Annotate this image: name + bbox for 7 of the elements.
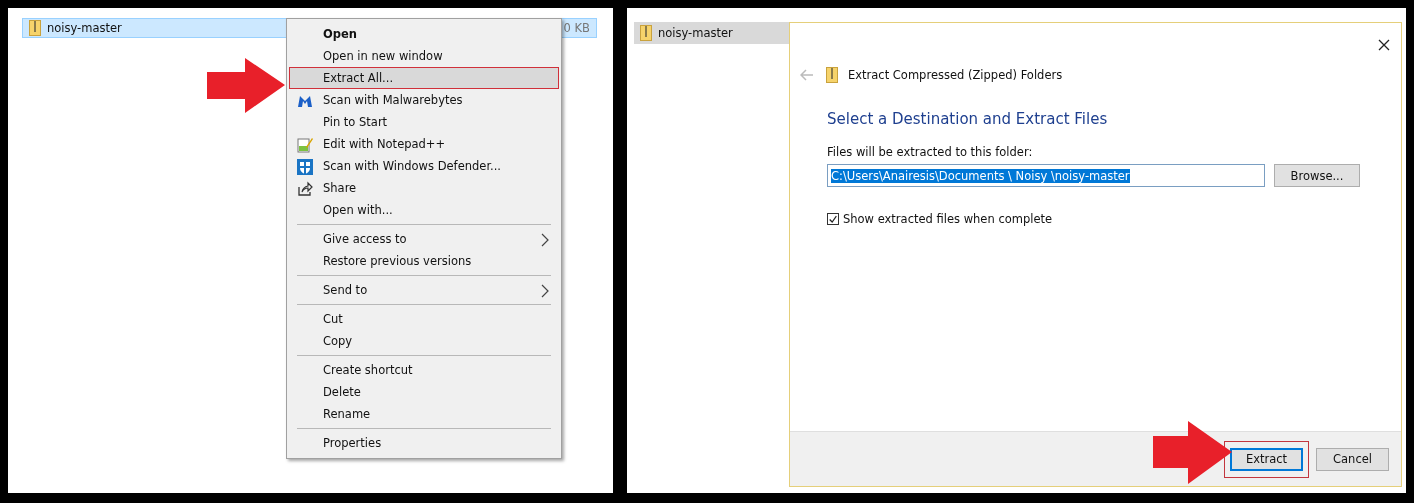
file-name: noisy-master (658, 26, 733, 40)
dialog-heading: Select a Destination and Extract Files (827, 110, 1109, 128)
dialog-title: Extract Compressed (Zipped) Folders (848, 68, 1063, 82)
field-label: Files will be extracted to this folder: (827, 145, 1034, 159)
file-name: noisy-master (47, 21, 122, 35)
checkbox-label: Show extracted files when complete (843, 212, 1053, 226)
file-size: 0 KB (563, 21, 590, 35)
